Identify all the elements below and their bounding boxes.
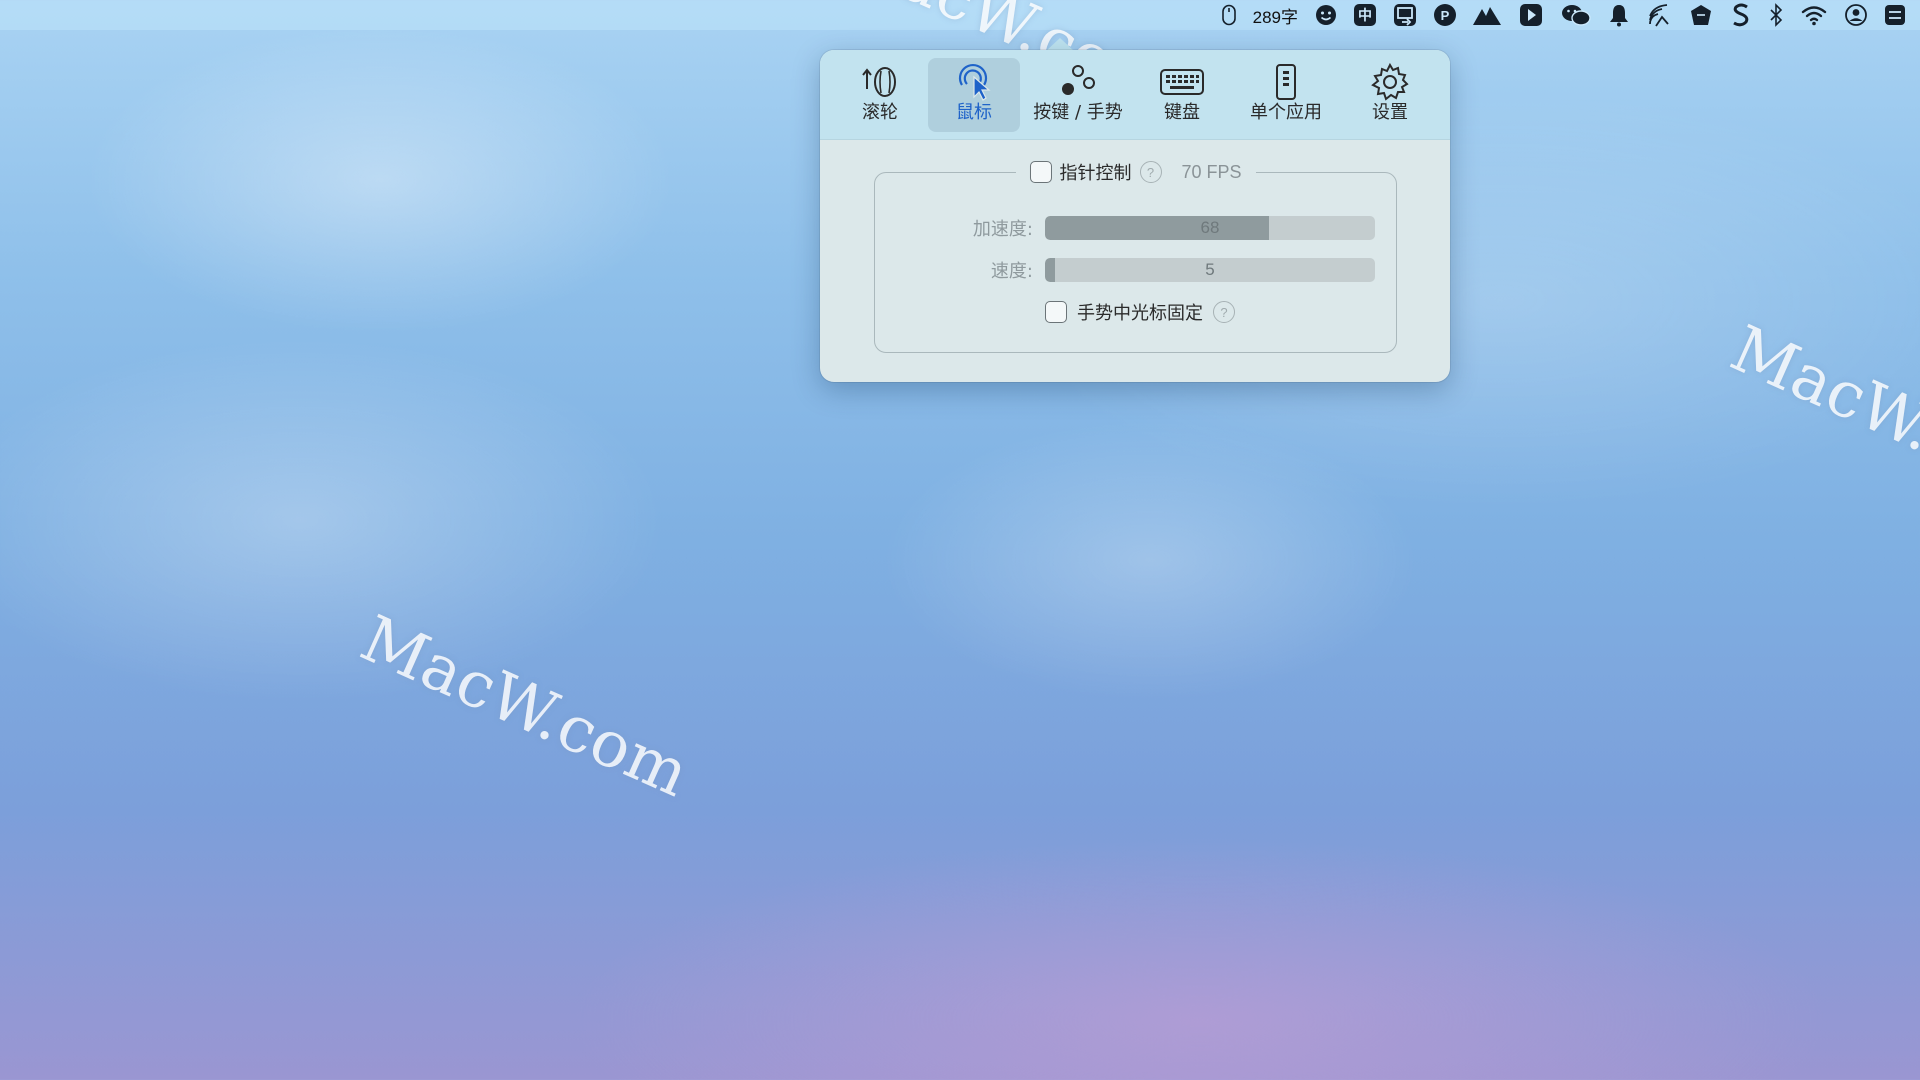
tab-label: 滚轮	[862, 101, 898, 123]
wechat-icon[interactable]	[1552, 0, 1600, 30]
popover-toolbar: 滚轮 鼠标 按键 / 手势 键盘 单个应用 设置	[820, 50, 1450, 140]
pointer-control-header: 指针控制 ? 70 FPS	[1015, 159, 1256, 185]
s-logo-icon[interactable]	[1722, 0, 1760, 30]
pointer-control-label: 指针控制	[1059, 163, 1132, 184]
help-icon[interactable]: ?	[1213, 301, 1235, 323]
help-icon[interactable]: ?	[1139, 161, 1162, 183]
tab-label: 按键 / 手势	[1033, 101, 1123, 123]
input-method-label: 中	[1354, 4, 1376, 26]
fixed-cursor-row: 手势中光标固定 ?	[1045, 299, 1235, 325]
tab-mouse[interactable]: 鼠标	[928, 57, 1020, 132]
mouse-settings-popover: 滚轮 鼠标 按键 / 手势 键盘 单个应用 设置 指针控制 ? 70 FPS 加…	[820, 50, 1450, 382]
fps-readout: 70 FPS	[1181, 161, 1242, 182]
watermark: MacW.com	[350, 602, 700, 812]
smiley-icon[interactable]	[1306, 0, 1346, 30]
pointer-control-section: 指针控制 ? 70 FPS 加速度: 68 速度: 5 手势中光标固定 ?	[874, 159, 1397, 353]
fixed-cursor-checkbox[interactable]	[1045, 301, 1067, 323]
acceleration-value: 68	[1200, 218, 1220, 237]
speed-slider[interactable]: 5	[1045, 258, 1375, 282]
acceleration-label: 加速度:	[972, 219, 1033, 240]
screen-share-icon[interactable]	[1384, 0, 1426, 30]
acceleration-row: 加速度: 68	[895, 215, 1375, 241]
rss-wave-icon[interactable]	[1638, 0, 1680, 30]
user-account-icon[interactable]	[1836, 0, 1876, 30]
gear-icon	[1370, 62, 1410, 102]
notification-bell-icon[interactable]	[1600, 0, 1638, 30]
tab-label: 单个应用	[1250, 101, 1322, 123]
bag-icon[interactable]	[1680, 0, 1722, 30]
mouse-icon[interactable]	[1213, 0, 1245, 30]
keyboard-icon	[1159, 62, 1205, 102]
control-center-icon[interactable]	[1876, 0, 1914, 30]
tab-scroll-wheel[interactable]: 滚轮	[832, 58, 928, 132]
tab-settings[interactable]: 设置	[1344, 58, 1436, 132]
tab-label: 键盘	[1164, 101, 1200, 123]
p-badge-label: P	[1434, 4, 1456, 26]
tab-buttons-gestures[interactable]: 按键 / 手势	[1020, 58, 1136, 132]
bluetooth-icon[interactable]	[1760, 0, 1792, 30]
watermark: MacW.com	[1720, 312, 1920, 522]
word-count[interactable]: 289字	[1245, 0, 1306, 30]
input-method-icon[interactable]: 中	[1346, 0, 1384, 30]
fixed-cursor-label: 手势中光标固定	[1077, 303, 1203, 324]
mouse-pointer-icon	[954, 62, 994, 102]
speed-value: 5	[1205, 260, 1215, 279]
menu-bar: 289字 中 P	[0, 0, 1920, 30]
acceleration-slider[interactable]: 68	[1045, 216, 1375, 240]
p-badge-icon[interactable]: P	[1426, 0, 1464, 30]
gesture-icon	[1056, 62, 1100, 102]
play-badge-icon[interactable]	[1510, 0, 1552, 30]
scroll-wheel-icon	[860, 62, 900, 102]
single-app-icon	[1273, 62, 1299, 102]
pointer-control-checkbox[interactable]	[1029, 161, 1052, 183]
tab-single-app[interactable]: 单个应用	[1228, 58, 1344, 132]
tab-label: 鼠标	[956, 101, 992, 123]
tab-keyboard[interactable]: 键盘	[1136, 58, 1228, 132]
wifi-icon[interactable]	[1792, 0, 1836, 30]
speed-label: 速度:	[990, 261, 1033, 282]
tab-label: 设置	[1372, 101, 1408, 123]
speed-row: 速度: 5	[895, 257, 1375, 283]
mountain-icon[interactable]	[1464, 0, 1510, 30]
